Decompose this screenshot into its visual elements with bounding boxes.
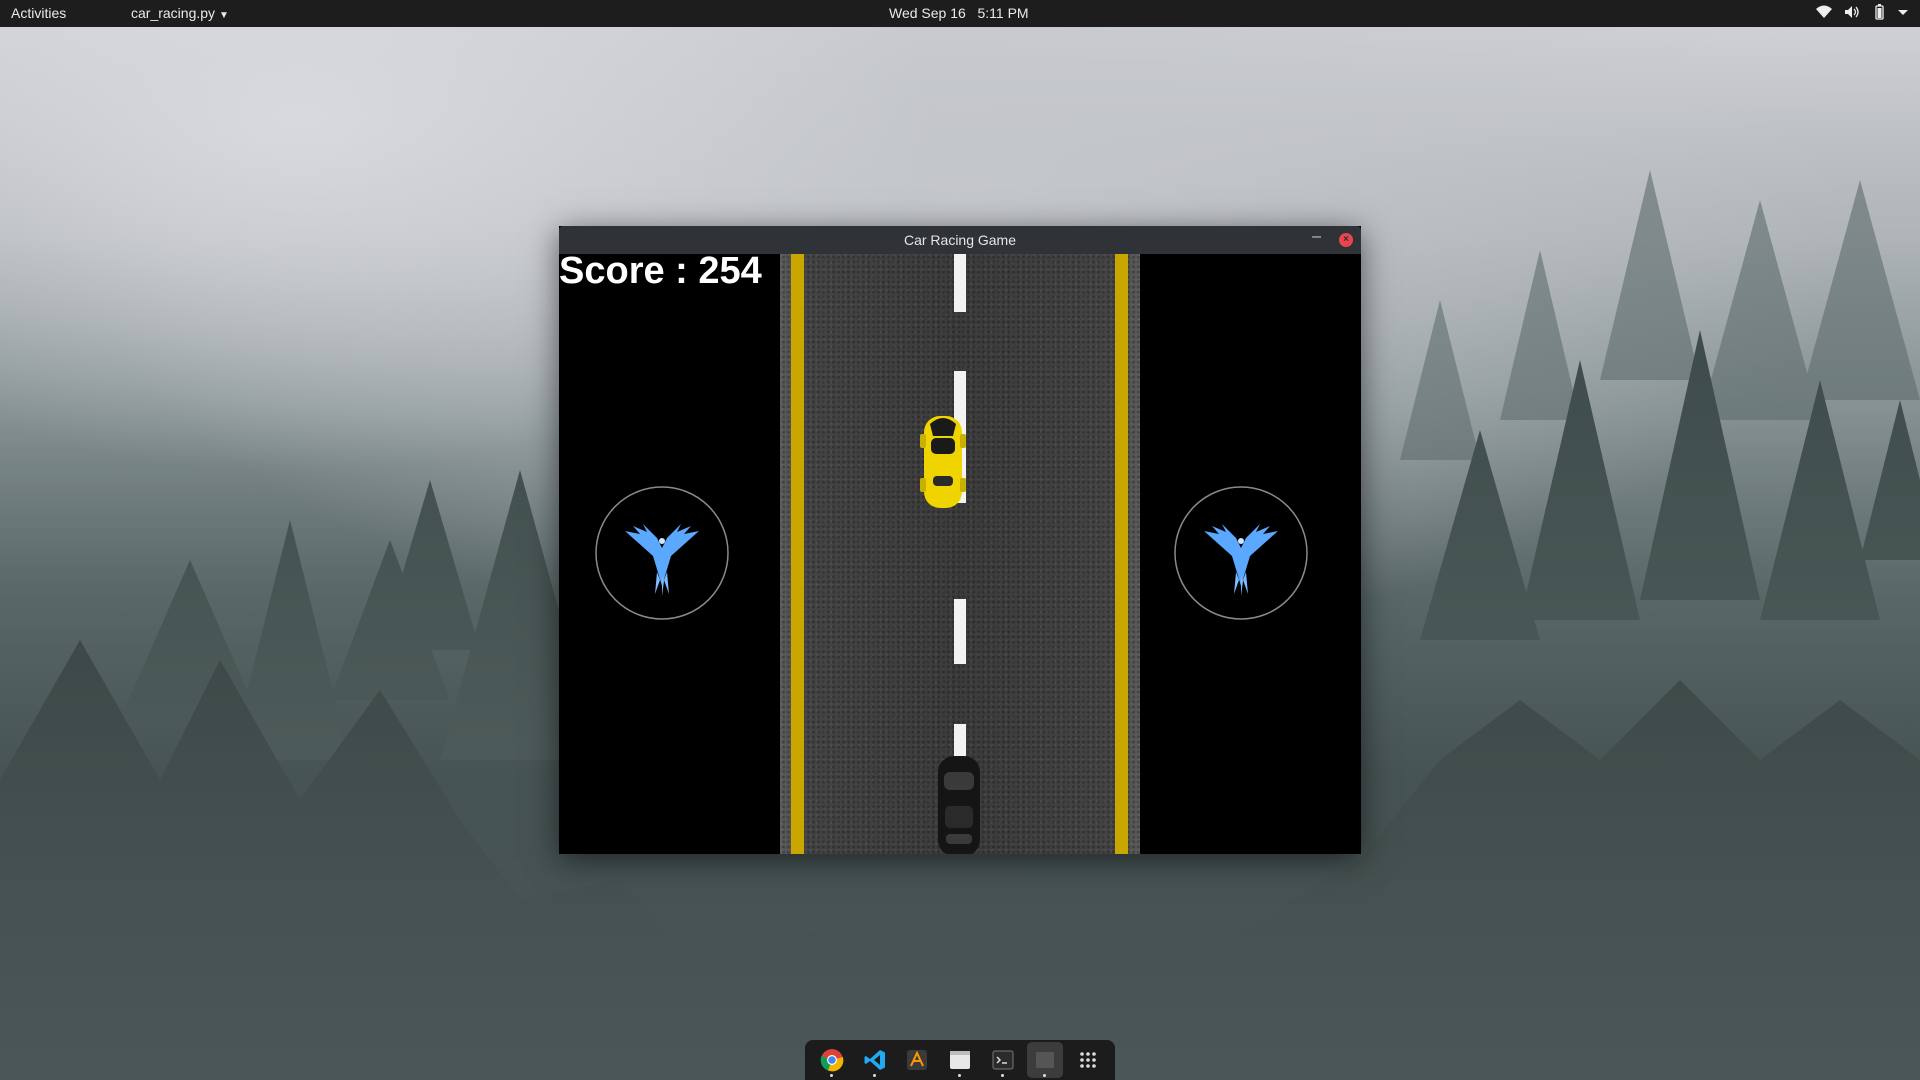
- dock: [805, 1040, 1115, 1080]
- score-display: Score : 254: [559, 254, 762, 292]
- activities-button[interactable]: Activities: [11, 5, 66, 21]
- chevron-down-icon: ▼: [219, 10, 229, 21]
- close-button[interactable]: ×: [1339, 233, 1353, 247]
- running-indicator: [872, 1074, 876, 1077]
- wifi-icon: [1816, 5, 1832, 18]
- left-lane-line: [791, 254, 804, 854]
- app-menu[interactable]: car_racing.py ▼: [131, 5, 229, 21]
- enemy-car-icon: [938, 756, 980, 854]
- chrome-icon: [820, 1049, 844, 1072]
- bird-emblem-icon: [1174, 486, 1308, 620]
- player-car-icon[interactable]: [920, 412, 966, 512]
- dock-item-vscode[interactable]: [857, 1042, 893, 1078]
- window-titlebar[interactable]: Car Racing Game – ×: [559, 226, 1361, 254]
- dock-item-sublime[interactable]: [899, 1042, 935, 1078]
- files-icon: [949, 1051, 970, 1069]
- app-menu-label: car_racing.py: [131, 5, 216, 21]
- minimize-button[interactable]: –: [1312, 228, 1321, 246]
- clock[interactable]: Wed Sep 16 5:11 PM: [889, 5, 1029, 21]
- game-window: Car Racing Game – × Score : 254: [559, 226, 1361, 854]
- grid-icon: [1079, 1052, 1096, 1068]
- game-window-icon: [1036, 1052, 1055, 1068]
- system-tray[interactable]: [1816, 4, 1908, 20]
- right-lane-line: [1115, 254, 1128, 854]
- show-apps-button[interactable]: [1070, 1042, 1106, 1078]
- dock-item-chrome[interactable]: [814, 1042, 850, 1078]
- center-dash: [954, 254, 966, 312]
- clock-date: Wed Sep 16: [889, 5, 966, 21]
- running-indicator: [1000, 1074, 1004, 1077]
- running-indicator: [957, 1074, 961, 1077]
- running-indicator: [1043, 1074, 1047, 1077]
- running-indicator: [830, 1074, 834, 1077]
- volume-icon: [1845, 6, 1859, 18]
- vscode-icon: [864, 1050, 885, 1070]
- dock-item-terminal[interactable]: [985, 1042, 1021, 1078]
- window-title: Car Racing Game: [903, 232, 1017, 248]
- terminal-icon: [992, 1050, 1014, 1070]
- system-menu-caret-icon: [1898, 10, 1908, 15]
- bird-emblem-icon: [595, 486, 729, 620]
- game-canvas[interactable]: Score : 254: [559, 254, 1361, 854]
- top-bar: Activities car_racing.py ▼ Wed Sep 16 5:1…: [0, 0, 1920, 27]
- clock-time: 5:11 PM: [977, 5, 1029, 21]
- battery-icon: [1875, 4, 1884, 20]
- sublime-icon: [907, 1050, 928, 1070]
- dock-item-files[interactable]: [942, 1042, 978, 1078]
- dock-item-game[interactable]: [1027, 1042, 1064, 1078]
- center-dash: [954, 599, 966, 664]
